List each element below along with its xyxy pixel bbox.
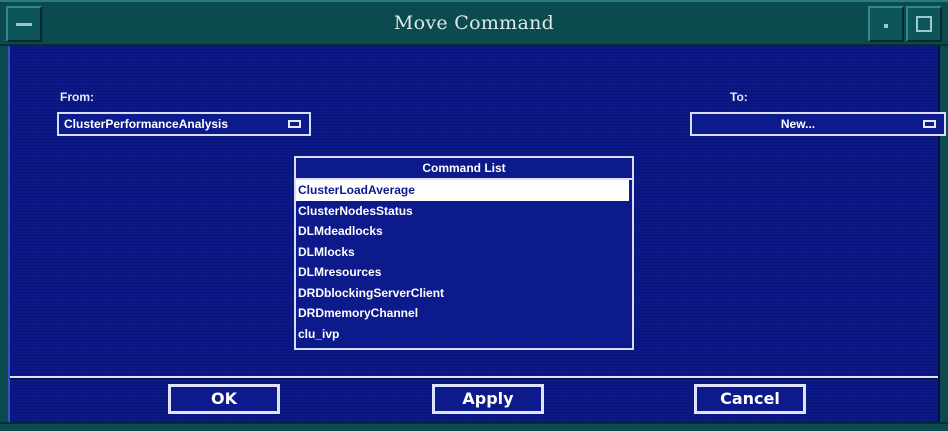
maximize-button[interactable]	[906, 6, 942, 42]
to-label: To:	[730, 90, 748, 104]
window-title: Move Command	[393, 12, 555, 34]
to-option-value: New...	[780, 117, 816, 131]
command-list-item[interactable]: DRDmemoryChannel	[296, 303, 632, 324]
window-frame-left[interactable]	[0, 46, 8, 422]
window-frame-right[interactable]	[940, 46, 948, 422]
window-frame-bottom[interactable]	[0, 422, 948, 431]
command-list-header: Command List	[296, 158, 632, 180]
command-list-item[interactable]: ClusterLoadAverage	[296, 180, 629, 201]
cancel-button[interactable]: Cancel	[694, 384, 806, 414]
apply-button[interactable]: Apply	[432, 384, 544, 414]
command-list-item[interactable]: clu_ivp	[296, 324, 632, 345]
from-option-value: ClusterPerformanceAnalysis	[64, 117, 229, 131]
dialog-body: From: ClusterPerformanceAnalysis To: New…	[8, 46, 946, 422]
from-label: From:	[60, 90, 94, 104]
command-list[interactable]: Command List ClusterLoadAverage ClusterN…	[294, 156, 634, 350]
command-list-item[interactable]: DRDblockingServerClient	[296, 283, 632, 304]
title-bar[interactable]: Move Command	[0, 0, 948, 46]
command-list-item[interactable]: ClusterNodesStatus	[296, 201, 632, 222]
button-separator	[10, 376, 938, 379]
minimize-icon	[884, 24, 888, 28]
ok-button[interactable]: OK	[168, 384, 280, 414]
option-menu-indicator-icon	[923, 120, 936, 128]
command-list-item[interactable]: DLMresources	[296, 262, 632, 283]
to-option-menu[interactable]: New...	[690, 112, 946, 136]
option-menu-indicator-icon	[288, 120, 301, 128]
minimize-button[interactable]	[868, 6, 904, 42]
command-list-item[interactable]: DLMdeadlocks	[296, 221, 632, 242]
command-list-item[interactable]: DLMlocks	[296, 242, 632, 263]
from-option-menu[interactable]: ClusterPerformanceAnalysis	[57, 112, 311, 136]
move-command-dialog: Move Command From: ClusterPerformanceAna…	[0, 0, 948, 431]
maximize-icon	[916, 16, 932, 32]
